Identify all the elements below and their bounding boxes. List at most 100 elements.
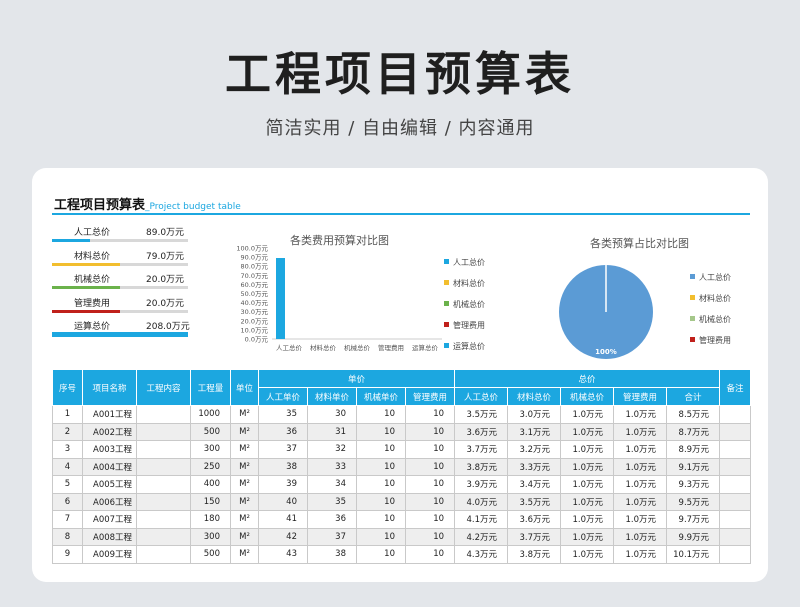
table-cell[interactable]: 42 [258,527,308,546]
table-cell[interactable] [719,457,752,476]
table-cell[interactable]: 7 [52,510,83,529]
table-cell[interactable]: 1.0万元 [613,510,668,529]
table-cell[interactable]: A009工程 [82,545,137,564]
table-cell[interactable]: 3.8万元 [454,457,509,476]
table-cell[interactable] [136,405,191,424]
table-cell[interactable]: 1.0万元 [613,457,668,476]
table-cell[interactable]: 8 [52,527,83,546]
table-cell[interactable]: 10 [404,545,456,564]
table-cell[interactable]: 1.0万元 [613,527,668,546]
table-cell[interactable]: 300 [190,527,231,546]
table-cell[interactable]: 1.0万元 [613,405,668,424]
table-cell[interactable]: 250 [190,457,231,476]
table-cell[interactable]: 10 [404,475,456,494]
table-cell[interactable]: 9 [52,545,83,564]
table-cell[interactable]: 8.7万元 [666,422,721,441]
table-cell[interactable]: 43 [258,545,308,564]
table-cell[interactable]: 6 [52,492,83,511]
table-cell[interactable] [719,510,752,529]
table-cell[interactable]: 39 [258,475,308,494]
table-cell[interactable]: 4.0万元 [454,492,509,511]
table-cell[interactable]: 10 [404,405,456,424]
table-cell[interactable]: 10 [404,510,456,529]
table-cell[interactable] [136,545,191,564]
table-cell[interactable]: 9.9万元 [666,527,721,546]
table-cell[interactable]: 33 [307,457,357,476]
table-cell[interactable]: A005工程 [82,475,137,494]
table-cell[interactable]: 10 [356,475,406,494]
table-cell[interactable] [719,422,752,441]
table-cell[interactable]: 1.0万元 [560,545,615,564]
table-cell[interactable] [719,405,752,424]
table-cell[interactable]: 10 [404,457,456,476]
table-cell[interactable]: 4.1万元 [454,510,509,529]
table-cell[interactable]: 3.6万元 [507,510,562,529]
table-cell[interactable]: 3.5万元 [454,405,509,424]
table-cell[interactable]: 4 [52,457,83,476]
table-cell[interactable]: 1.0万元 [560,510,615,529]
table-cell[interactable]: 1.0万元 [560,405,615,424]
table-cell[interactable] [136,457,191,476]
table-cell[interactable]: 3.4万元 [507,475,562,494]
table-cell[interactable]: 10 [356,545,406,564]
table-cell[interactable]: 150 [190,492,231,511]
table-cell[interactable]: M² [230,510,259,529]
table-cell[interactable] [136,422,191,441]
table-cell[interactable]: 500 [190,545,231,564]
table-cell[interactable]: 3.6万元 [454,422,509,441]
table-cell[interactable]: 35 [307,492,357,511]
table-cell[interactable]: 1.0万元 [560,527,615,546]
table-cell[interactable]: 1.0万元 [560,492,615,511]
table-cell[interactable]: 38 [258,457,308,476]
table-cell[interactable]: 30 [307,405,357,424]
table-cell[interactable]: 8.9万元 [666,440,721,459]
table-cell[interactable] [136,475,191,494]
table-cell[interactable]: 3.0万元 [507,405,562,424]
table-cell[interactable] [719,440,752,459]
table-cell[interactable]: 10 [356,527,406,546]
table-cell[interactable]: 300 [190,440,231,459]
table-cell[interactable]: 10 [356,492,406,511]
table-cell[interactable]: 9.1万元 [666,457,721,476]
table-cell[interactable]: 1.0万元 [613,492,668,511]
table-cell[interactable]: 1 [52,405,83,424]
table-cell[interactable]: 10 [356,405,406,424]
table-cell[interactable] [136,492,191,511]
table-cell[interactable]: 1.0万元 [613,475,668,494]
table-cell[interactable]: 2 [52,422,83,441]
table-cell[interactable]: 10 [356,510,406,529]
table-cell[interactable]: A006工程 [82,492,137,511]
table-cell[interactable]: 10.1万元 [666,545,721,564]
table-cell[interactable]: 3.7万元 [507,527,562,546]
table-cell[interactable]: A001工程 [82,405,137,424]
table-cell[interactable]: 38 [307,545,357,564]
table-cell[interactable]: 1.0万元 [560,457,615,476]
table-cell[interactable]: M² [230,527,259,546]
table-cell[interactable]: 3.8万元 [507,545,562,564]
table-cell[interactable]: 3.5万元 [507,492,562,511]
table-cell[interactable]: M² [230,422,259,441]
table-cell[interactable]: A008工程 [82,527,137,546]
table-cell[interactable]: 180 [190,510,231,529]
table-cell[interactable]: 4.2万元 [454,527,509,546]
table-cell[interactable]: 1.0万元 [613,440,668,459]
table-cell[interactable]: 1.0万元 [560,475,615,494]
table-cell[interactable]: 34 [307,475,357,494]
table-cell[interactable] [136,440,191,459]
table-cell[interactable] [719,527,752,546]
table-cell[interactable]: M² [230,475,259,494]
table-cell[interactable]: 10 [404,492,456,511]
table-cell[interactable]: 5 [52,475,83,494]
table-cell[interactable] [719,545,752,564]
table-cell[interactable]: 1.0万元 [560,422,615,441]
table-cell[interactable]: 36 [258,422,308,441]
table-cell[interactable]: 3.1万元 [507,422,562,441]
table-cell[interactable]: 36 [307,510,357,529]
table-cell[interactable] [719,492,752,511]
table-cell[interactable]: 9.5万元 [666,492,721,511]
table-cell[interactable]: 1.0万元 [613,422,668,441]
table-cell[interactable]: 1.0万元 [613,545,668,564]
table-cell[interactable]: 9.3万元 [666,475,721,494]
table-cell[interactable]: 40 [258,492,308,511]
table-cell[interactable]: 37 [307,527,357,546]
